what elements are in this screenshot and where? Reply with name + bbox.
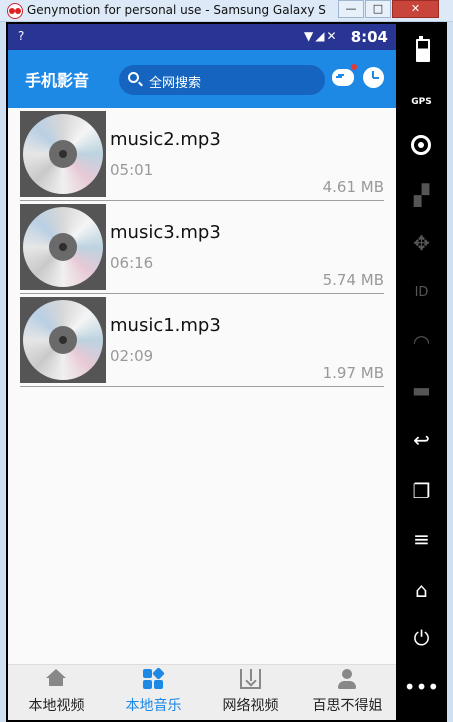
back-icon[interactable]: ↩: [396, 420, 447, 460]
signal-icons: ▼◢✕: [304, 29, 339, 43]
app-title: 手机影音: [25, 71, 90, 90]
genymotion-logo-icon: [7, 3, 23, 19]
music-size: 4.61 MB: [322, 178, 384, 196]
music-duration: 06:16: [110, 254, 154, 272]
menu-icon[interactable]: ≡: [396, 519, 447, 559]
grid-icon: [143, 667, 165, 689]
cd-thumbnail: [20, 204, 106, 290]
music-list: music2.mp3 05:01 4.61 MB music3.mp3 06:1…: [8, 108, 396, 664]
camera-icon[interactable]: [396, 126, 447, 166]
tab-label: 百思不得姐: [312, 698, 383, 714]
cd-thumbnail: [20, 111, 106, 197]
home-icon: [46, 669, 66, 686]
cast-icon[interactable]: ◠: [396, 322, 447, 362]
id-icon[interactable]: ID: [396, 273, 447, 313]
notification-dot: [351, 64, 357, 70]
window-titlebar: Genymotion for personal use - Samsung Ga…: [0, 0, 453, 22]
music-name: music1.mp3: [110, 315, 221, 336]
tab-label: 本地视频: [28, 698, 85, 714]
download-icon: [240, 669, 261, 689]
app-toolbar: 手机影音 全网搜索: [8, 50, 396, 108]
music-name: music3.mp3: [110, 222, 221, 243]
gps-icon[interactable]: GPS: [396, 76, 447, 116]
music-size: 5.74 MB: [322, 271, 384, 289]
search-icon: [128, 72, 139, 83]
music-list-item[interactable]: music3.mp3 06:16 5.74 MB: [20, 201, 384, 294]
close-button[interactable]: ✕: [392, 0, 439, 18]
genymotion-side-panel: GPS ▞ ✥ ID ◠ ▬ ↩ ❐ ≡ ⌂ ⏻ •••: [396, 22, 447, 722]
recent-apps-icon[interactable]: ❐: [396, 471, 447, 511]
cd-icon: [23, 207, 103, 287]
window-title: Genymotion for personal use - Samsung Ga…: [27, 3, 327, 17]
battery-icon[interactable]: [396, 28, 447, 68]
music-list-item[interactable]: music2.mp3 05:01 4.61 MB: [20, 108, 384, 201]
cd-thumbnail: [20, 297, 106, 383]
id-label: ID: [414, 285, 429, 300]
android-status-bar: ? ▼◢✕ 8:04: [8, 24, 396, 50]
sms-icon[interactable]: ▬: [396, 370, 447, 410]
music-list-item[interactable]: music1.mp3 02:09 1.97 MB: [20, 294, 384, 387]
person-icon: [337, 669, 358, 689]
tab-local-music[interactable]: 本地音乐: [105, 665, 202, 721]
history-clock-icon[interactable]: [363, 67, 384, 88]
cd-icon: [23, 300, 103, 380]
minimize-button[interactable]: —: [338, 0, 364, 18]
search-placeholder: 全网搜索: [149, 76, 202, 91]
power-icon[interactable]: ⏻: [396, 618, 447, 658]
more-icon[interactable]: •••: [396, 667, 447, 707]
tab-label: 本地音乐: [125, 698, 182, 714]
music-duration: 05:01: [110, 161, 154, 179]
wifi-unknown-icon: ?: [18, 29, 25, 43]
search-bar[interactable]: 全网搜索: [119, 65, 325, 95]
tab-local-video[interactable]: 本地视频: [8, 665, 105, 721]
video-icon[interactable]: ▞: [396, 175, 447, 215]
gps-label: GPS: [411, 97, 432, 107]
gamepad-icon[interactable]: [332, 64, 357, 86]
music-name: music2.mp3: [110, 129, 221, 150]
tab-label: 网络视频: [222, 698, 279, 714]
music-size: 1.97 MB: [322, 364, 384, 382]
dpad-icon[interactable]: ✥: [396, 223, 447, 263]
cd-icon: [23, 114, 103, 194]
tab-baisi[interactable]: 百思不得姐: [299, 665, 396, 721]
maximize-button[interactable]: □: [365, 0, 391, 18]
bottom-navigation: 本地视频 本地音乐 网络视频 百思不得姐: [8, 664, 396, 720]
music-duration: 02:09: [110, 347, 154, 365]
home-icon[interactable]: ⌂: [396, 570, 447, 610]
status-time: 8:04: [350, 28, 388, 46]
tab-network-video[interactable]: 网络视频: [202, 665, 299, 721]
